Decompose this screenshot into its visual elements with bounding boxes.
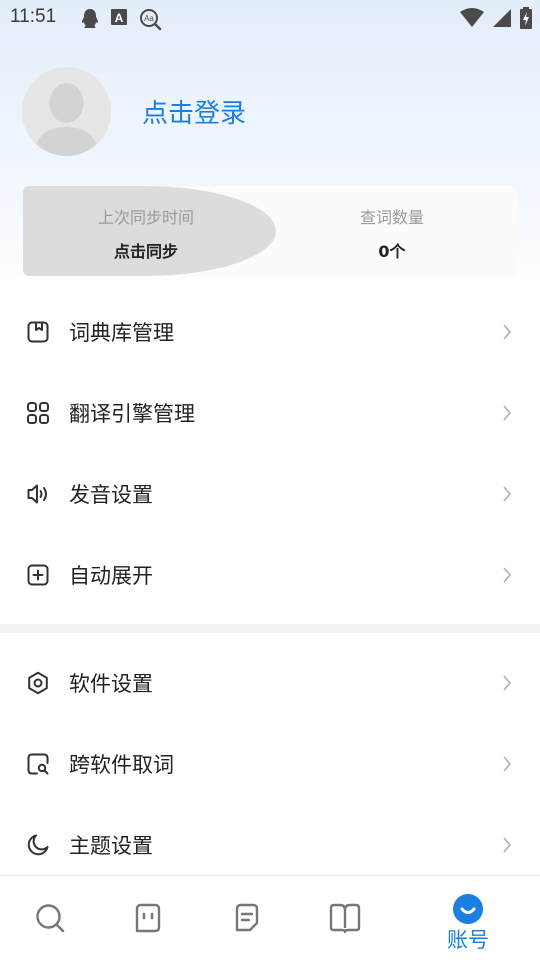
svg-text:Aa: Aa — [144, 14, 154, 23]
book-icon — [329, 903, 361, 934]
menu-label: 跨软件取词 — [69, 752, 174, 777]
chevron-right-icon — [503, 674, 512, 691]
font-app-icon: A — [111, 9, 127, 25]
menu-item-cross-app-lookup[interactable]: 跨软件取词 — [0, 723, 540, 804]
menu-label: 软件设置 — [69, 671, 153, 696]
wifi-icon — [460, 8, 484, 27]
menu-label: 发音设置 — [69, 482, 153, 507]
lookup-count-value: 0个 — [378, 242, 406, 261]
menu-item-software-settings[interactable]: 软件设置 — [0, 642, 540, 723]
status-time: 11:51 — [10, 6, 57, 27]
chevron-right-icon — [503, 404, 512, 421]
dictionary-app-icon: Aa — [140, 9, 162, 31]
chevron-right-icon — [503, 836, 512, 853]
nav-tab-account[interactable]: 账号 — [418, 876, 518, 960]
menu-item-dictionary-management[interactable]: 词典库管理 — [0, 291, 540, 372]
menu-item-auto-expand[interactable]: 自动展开 — [0, 534, 540, 615]
chevron-right-icon — [503, 755, 512, 772]
qq-icon — [82, 9, 98, 28]
menu-item-translation-engine[interactable]: 翻译引擎管理 — [0, 372, 540, 453]
status-bar: 11:51 A Aa — [0, 0, 540, 36]
system-icons — [460, 7, 532, 29]
section-divider — [0, 624, 540, 633]
notes-icon — [235, 903, 259, 932]
search-doc-icon — [27, 753, 49, 774]
search-icon — [36, 904, 65, 933]
menu-item-pronunciation-settings[interactable]: 发音设置 — [0, 453, 540, 534]
bottom-nav: 账号 — [0, 875, 540, 960]
signal-icon — [493, 9, 511, 27]
smile-icon — [460, 907, 476, 914]
lookup-count-label: 查词数量 — [359, 208, 424, 227]
lookup-count-column: 查词数量 0个 — [269, 204, 515, 262]
avatar[interactable] — [22, 67, 111, 156]
last-sync-column[interactable]: 上次同步时间 点击同步 — [23, 204, 269, 262]
menu-label: 自动展开 — [69, 563, 153, 588]
account-icon — [453, 894, 483, 924]
menu-label: 翻译引擎管理 — [69, 401, 195, 426]
last-sync-label: 上次同步时间 — [97, 208, 194, 227]
sync-action: 点击同步 — [113, 242, 178, 261]
nav-tab-wordbook[interactable] — [295, 876, 395, 960]
menu-label: 词典库管理 — [69, 320, 174, 345]
chevron-right-icon — [503, 485, 512, 502]
hex-settings-icon — [28, 671, 48, 694]
sync-card: 上次同步时间 点击同步 查词数量 0个 — [23, 186, 517, 276]
dictionary-icon — [135, 903, 161, 933]
plus-square-icon — [27, 564, 49, 585]
menu-item-theme-settings[interactable]: 主题设置 — [0, 804, 540, 885]
speaker-icon — [27, 484, 47, 503]
svg-text:A: A — [115, 11, 124, 25]
moon-icon — [27, 834, 49, 855]
bookmark-icon — [27, 321, 49, 342]
chevron-right-icon — [503, 566, 512, 583]
notification-icons: A Aa — [80, 7, 162, 31]
nav-tab-account-label: 账号 — [447, 928, 489, 952]
chevron-right-icon — [503, 323, 512, 340]
nav-tab-notes[interactable] — [197, 876, 297, 960]
battery-icon — [520, 7, 532, 29]
menu-label: 主题设置 — [69, 833, 153, 858]
grid-icon — [27, 401, 49, 424]
default-user-icon — [22, 67, 111, 156]
login-link[interactable]: 点击登录 — [142, 93, 246, 130]
nav-tab-dictionary[interactable] — [98, 876, 198, 960]
nav-tab-search[interactable] — [0, 876, 100, 960]
